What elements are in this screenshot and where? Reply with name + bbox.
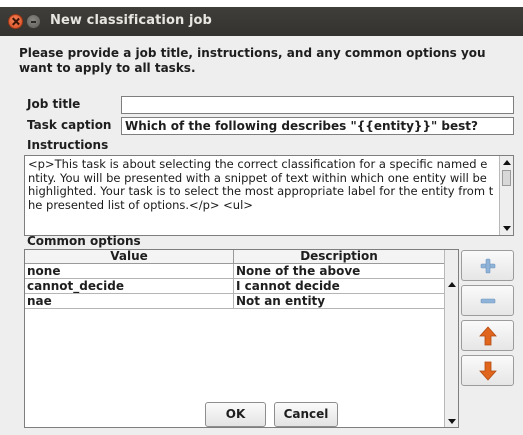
column-header-description[interactable]: Description xyxy=(234,250,445,263)
plus-icon xyxy=(480,258,495,273)
table-header: Value Description xyxy=(25,250,445,264)
add-option-button[interactable] xyxy=(461,250,514,281)
window-title: New classification job xyxy=(50,13,212,28)
table-cell[interactable]: None of the above xyxy=(234,264,445,278)
instructions-label: Instructions xyxy=(27,138,109,152)
task-caption-input[interactable]: Which of the following describes "{{enti… xyxy=(121,117,514,135)
table-row[interactable]: cannot_decide I cannot decide xyxy=(25,279,445,294)
instructions-text[interactable]: <p>This task is about selecting the corr… xyxy=(28,158,494,234)
dialog-body: Please provide a job title, instructions… xyxy=(0,36,523,435)
arrow-down-icon xyxy=(478,361,497,381)
options-scrollbar[interactable] xyxy=(444,250,458,427)
common-options-label: Common options xyxy=(27,234,141,248)
options-grid: Value Description none None of the above… xyxy=(25,250,445,309)
intro-text: Please provide a job title, instructions… xyxy=(19,46,486,75)
close-window-icon[interactable] xyxy=(8,14,23,29)
minus-icon xyxy=(480,298,495,303)
move-down-button[interactable] xyxy=(461,355,514,386)
remove-option-button[interactable] xyxy=(461,285,514,316)
title-bar[interactable]: New classification job xyxy=(0,7,523,36)
arrow-up-icon xyxy=(478,325,497,345)
job-title-label: Job title xyxy=(27,97,81,111)
table-cell[interactable]: nae xyxy=(25,294,234,308)
scroll-up-arrow-icon[interactable] xyxy=(448,282,456,287)
task-caption-label: Task caption xyxy=(27,118,112,132)
instructions-scrollbar[interactable] xyxy=(499,156,513,235)
table-cell[interactable]: none xyxy=(25,264,234,278)
table-row[interactable]: nae Not an entity xyxy=(25,294,445,309)
ok-button[interactable]: OK xyxy=(205,402,266,427)
job-title-input[interactable] xyxy=(121,96,514,114)
scroll-thumb[interactable] xyxy=(502,170,511,186)
minimize-window-icon[interactable] xyxy=(26,14,41,29)
scroll-down-arrow-icon[interactable] xyxy=(503,226,511,231)
desktop-edge xyxy=(0,0,523,7)
scroll-down-arrow-icon[interactable] xyxy=(448,419,456,424)
cancel-button[interactable]: Cancel xyxy=(274,402,338,427)
move-up-button[interactable] xyxy=(461,320,514,351)
table-cell[interactable]: I cannot decide xyxy=(234,279,445,293)
table-row[interactable]: none None of the above xyxy=(25,264,445,279)
scroll-up-arrow-icon[interactable] xyxy=(503,160,511,165)
column-header-value[interactable]: Value xyxy=(25,250,234,263)
table-cell[interactable]: cannot_decide xyxy=(25,279,234,293)
instructions-textarea[interactable]: <p>This task is about selecting the corr… xyxy=(24,155,514,236)
table-cell[interactable]: Not an entity xyxy=(234,294,445,308)
